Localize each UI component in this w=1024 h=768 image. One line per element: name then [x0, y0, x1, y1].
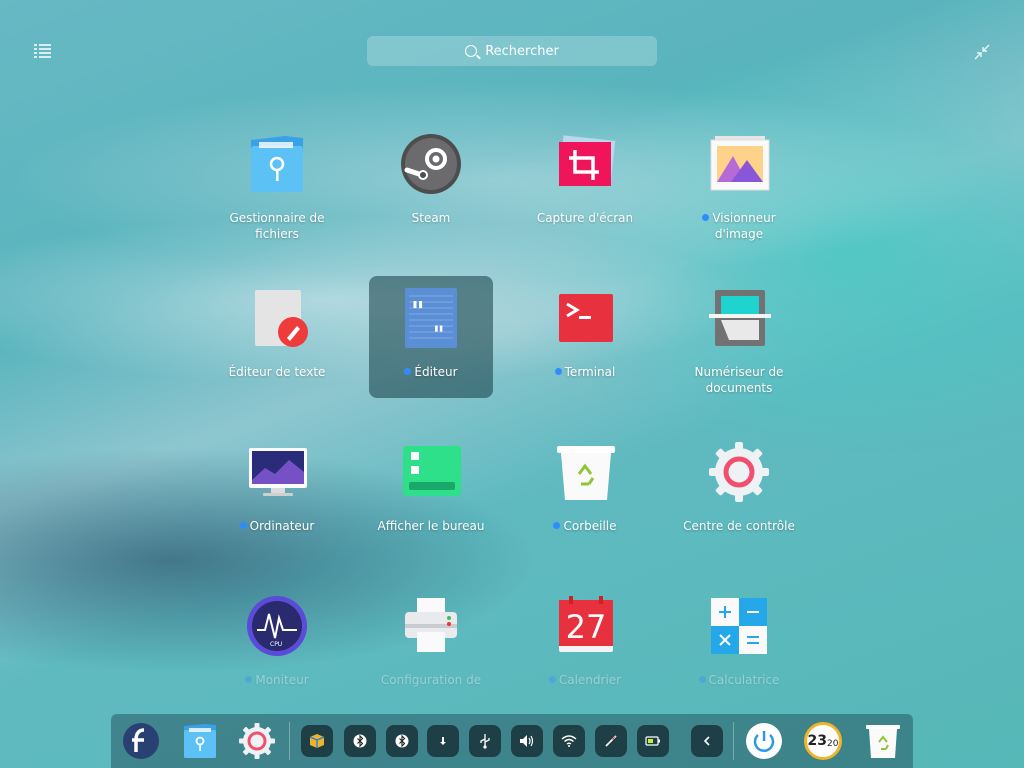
app-label: Capture d'écran: [536, 211, 634, 225]
app-system-monitor[interactable]: CPU Moniteur: [215, 584, 339, 706]
app-label: Centre de contrôle: [683, 519, 795, 533]
app-computer[interactable]: Ordinateur: [215, 430, 339, 552]
app-label: Moniteur: [215, 672, 339, 688]
running-indicator: [404, 368, 412, 375]
control-center-icon: [707, 440, 771, 504]
tray-usb-icon[interactable]: [469, 725, 501, 757]
tray-compass-icon[interactable]: [595, 725, 627, 757]
app-label: Visionneur d'image: [677, 210, 801, 242]
app-scanner[interactable]: Numériseur de documents: [677, 276, 801, 398]
app-label: Corbeille: [523, 518, 647, 534]
text-editor-icon: [245, 286, 309, 350]
show-desktop-icon: [399, 440, 463, 504]
system-monitor-icon: CPU: [245, 594, 309, 658]
app-file-manager[interactable]: Gestionnaire de fichiers: [215, 122, 339, 244]
tray-bluetooth-icon[interactable]: [344, 725, 376, 757]
app-label: Ordinateur: [215, 518, 339, 534]
running-indicator: [698, 676, 706, 683]
calendar-icon: 27: [553, 594, 617, 658]
svg-text:": ": [433, 322, 444, 348]
app-show-desktop[interactable]: Afficher le bureau: [369, 430, 493, 552]
tray-expand-icon[interactable]: [691, 725, 723, 757]
running-indicator: [553, 522, 561, 529]
launcher-fedora-icon[interactable]: [122, 722, 160, 764]
image-viewer-icon: [707, 132, 771, 196]
clock-minute: 20: [827, 739, 839, 749]
printer-icon: [399, 594, 463, 658]
app-label: Éditeur de texte: [228, 365, 326, 379]
app-label: Gestionnaire de fichiers: [229, 211, 325, 241]
search-input[interactable]: Rechercher: [367, 36, 657, 66]
app-steam[interactable]: Steam: [369, 122, 493, 244]
search-placeholder: Rechercher: [485, 43, 559, 59]
app-label: Éditeur: [369, 364, 493, 380]
trash-icon: [553, 440, 617, 504]
app-label: Calculatrice: [677, 672, 801, 688]
computer-icon: [245, 440, 309, 504]
svg-text:": ": [411, 297, 425, 327]
search-icon: [465, 45, 478, 57]
app-trash[interactable]: Corbeille: [523, 430, 647, 552]
tray-volume-icon[interactable]: [511, 725, 543, 757]
app-printer-settings[interactable]: Configuration de: [369, 584, 493, 706]
calendar-day: 27: [566, 608, 607, 646]
editor-icon: " ": [399, 286, 463, 350]
list-view-icon[interactable]: [34, 43, 51, 59]
running-indicator: [239, 522, 247, 529]
file-manager-icon: [245, 132, 309, 196]
app-image-viewer[interactable]: Visionneur d'image: [677, 122, 801, 244]
app-label: Numériseur de documents: [694, 365, 784, 395]
app-text-editor[interactable]: Éditeur de texte: [215, 276, 339, 398]
clock-hour: 23: [807, 733, 828, 749]
tray-download-icon[interactable]: [427, 725, 459, 757]
dock-trash-icon[interactable]: [864, 722, 902, 764]
svg-text:CPU: CPU: [270, 641, 282, 648]
screenshot-icon: [553, 132, 617, 196]
power-icon[interactable]: [745, 722, 783, 764]
terminal-icon: [553, 286, 617, 350]
dock-separator: [289, 722, 290, 760]
tray-package-icon[interactable]: [301, 725, 333, 757]
dock-file-manager-icon[interactable]: [181, 722, 219, 764]
tray-wifi-icon[interactable]: [553, 725, 585, 757]
running-indicator: [548, 676, 556, 683]
clock-widget[interactable]: 23 20: [804, 722, 842, 760]
tray-bluetooth-2-icon[interactable]: [386, 725, 418, 757]
steam-icon: [399, 132, 463, 196]
running-indicator: [702, 214, 710, 221]
running-indicator: [554, 368, 562, 375]
app-label: Terminal: [523, 364, 647, 380]
scanner-icon: [707, 286, 771, 350]
tray-battery-icon[interactable]: [637, 725, 669, 757]
app-label: Afficher le bureau: [377, 519, 485, 533]
app-terminal[interactable]: Terminal: [523, 276, 647, 398]
dock-control-center-icon[interactable]: [238, 722, 276, 764]
app-editor[interactable]: " " Éditeur: [369, 276, 493, 398]
app-calculator[interactable]: Calculatrice: [677, 584, 801, 706]
app-label: Configuration de: [380, 673, 482, 687]
app-screenshot[interactable]: Capture d'écran: [523, 122, 647, 244]
app-label: Steam: [411, 211, 451, 225]
dock-separator: [733, 722, 734, 760]
running-indicator: [245, 676, 253, 683]
app-control-center[interactable]: Centre de contrôle: [677, 430, 801, 552]
app-label: Calendrier: [523, 672, 647, 688]
app-calendar[interactable]: 27 Calendrier: [523, 584, 647, 706]
calculator-icon: [707, 594, 771, 658]
collapse-icon[interactable]: [974, 44, 990, 60]
